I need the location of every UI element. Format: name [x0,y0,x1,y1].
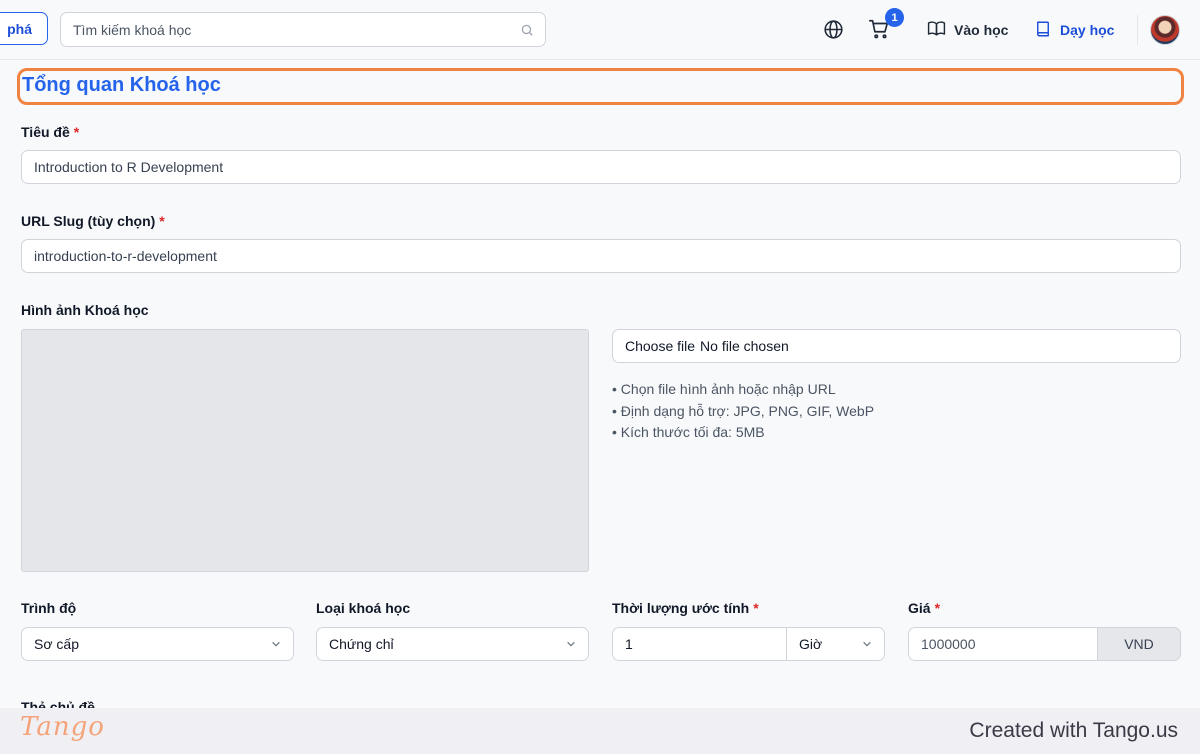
level-select-value: Sơ cấp [34,636,79,652]
image-label: Hình ảnh Khoá học [21,302,149,318]
nav-teach-link[interactable]: Dạy học [1034,18,1114,42]
title-label: Tiêu đề * [21,124,79,140]
price-label: Giá * [908,600,940,616]
price-group: 1000000 VND [908,627,1181,661]
slug-label: URL Slug (tùy chọn) * [21,213,165,229]
title-input[interactable]: Introduction to R Development [21,150,1181,184]
nav-learn-label: Vào học [954,22,1009,38]
currency-addon: VND [1097,627,1181,661]
required-mark: * [73,124,80,140]
duration-input[interactable]: 1 [612,627,787,661]
cart-count-badge: 1 [885,8,904,27]
explore-button-label: phá [7,20,32,37]
required-mark: * [159,213,165,229]
file-status: No file chosen [700,338,789,354]
slug-input-value: introduction-to-r-development [34,248,217,264]
hint-item: • Định dạng hỗ trợ: JPG, PNG, GIF, WebP [612,402,875,419]
type-select-value: Chứng chỉ [329,636,394,652]
book-icon [1034,19,1052,42]
header-divider [1137,15,1138,45]
nav-learn-link[interactable]: Vào học [927,18,1008,42]
chevron-down-icon [566,636,576,652]
title-label-text: Tiêu đề [21,124,70,140]
price-input[interactable]: 1000000 [908,627,1098,661]
duration-unit-select[interactable]: Giờ [786,627,885,661]
image-hints: • Chọn file hình ảnh hoặc nhập URL • Địn… [612,379,874,444]
level-select[interactable]: Sơ cấp [21,627,294,661]
search-input[interactable] [73,21,509,38]
duration-unit-value: Giờ [799,636,823,652]
search-icon[interactable] [509,23,545,37]
duration-group: 1 Giờ [612,627,885,661]
hint-item: • Kích thước tối đa: 5MB [612,424,765,440]
required-mark: * [753,600,759,616]
hint-item: • Chọn file hình ảnh hoặc nhập URL [612,381,836,397]
slug-input[interactable]: introduction-to-r-development [21,239,1181,273]
globe-icon[interactable] [823,19,844,45]
level-label: Trình độ [21,600,77,616]
duration-label-text: Thời lượng ước tính [612,600,750,616]
duration-input-value: 1 [625,636,633,652]
nav-teach-label: Dạy học [1060,22,1115,38]
chevron-down-icon [862,636,872,652]
explore-button[interactable]: phá [0,12,48,45]
file-input[interactable]: Choose file No file chosen [612,329,1181,363]
section-title: Tổng quan Khoá học [22,74,221,96]
image-preview [21,329,589,572]
chevron-down-icon [271,636,281,652]
slug-label-text: URL Slug (tùy chọn) [21,213,156,229]
tango-credit: Created with Tango.us [969,719,1178,742]
price-label-text: Giá [908,600,931,616]
choose-file-button[interactable]: Choose file [625,338,695,354]
title-input-value: Introduction to R Development [34,159,224,175]
top-navigation-bar: phá 1 Vào học Dạy học [0,0,1200,60]
user-avatar[interactable] [1150,15,1180,45]
type-select[interactable]: Chứng chỉ [316,627,589,661]
duration-label: Thời lượng ước tính * [612,600,759,616]
tango-logo: Tango [20,712,105,742]
open-book-icon [927,19,946,41]
search-bar[interactable] [60,12,546,47]
type-label: Loại khoá học [316,600,411,616]
price-input-value: 1000000 [921,636,976,652]
required-mark: * [934,600,941,616]
